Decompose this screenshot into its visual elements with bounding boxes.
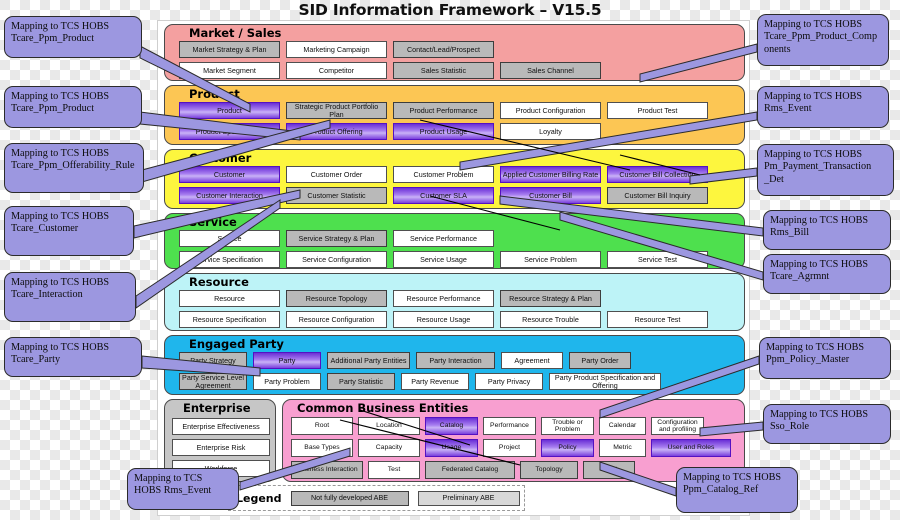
callout-rms-event: Mapping to TCS HOBS Rms_Event — [757, 86, 889, 128]
callout-tcare-ppm-product-1: Mapping to TCS HOBS Tcare_Ppm_Product — [4, 16, 142, 58]
callout-tcare-ppm-product-2: Mapping to TCS HOBS Tcare_Ppm_Product — [4, 86, 142, 128]
callout-tcare-party: Mapping to TCS HOBS Tcare_Party — [4, 337, 142, 377]
callout-tcare-ppm-offerability-rule: Mapping to TCS HOBS Tcare_Ppm_Offerabili… — [4, 143, 144, 193]
callout-tcare-agrmnt: Mapping to TCS HOBS Tcare_Agrmnt — [763, 254, 891, 294]
callout-pm-payment-transaction-det: Mapping to TCS HOBS Pm_Payment_Transacti… — [757, 144, 894, 196]
callout-tcare-customer: Mapping to TCS HOBS Tcare_Customer — [4, 206, 134, 256]
callout-ppm-policy-master: Mapping to TCS HOBS Ppm_Policy_Master — [759, 337, 891, 379]
callout-tcare-ppm-product-components: Mapping to TCS HOBS Tcare_Ppm_Product_Co… — [757, 14, 889, 66]
callout-ppm-catalog-ref: Mapping to TCS HOBS Ppm_Catalog_Ref — [676, 467, 798, 513]
callout-sso-role: Mapping to TCS HOBS Sso_Role — [763, 404, 891, 444]
callout-rms-event-bottom: Mapping to TCS HOBS Rms_Event — [127, 468, 239, 510]
callout-tcare-interaction: Mapping to TCS HOBS Tcare_Interaction — [4, 272, 136, 322]
callout-rms-bill: Mapping to TCS HOBS Rms_Bill — [763, 210, 891, 250]
